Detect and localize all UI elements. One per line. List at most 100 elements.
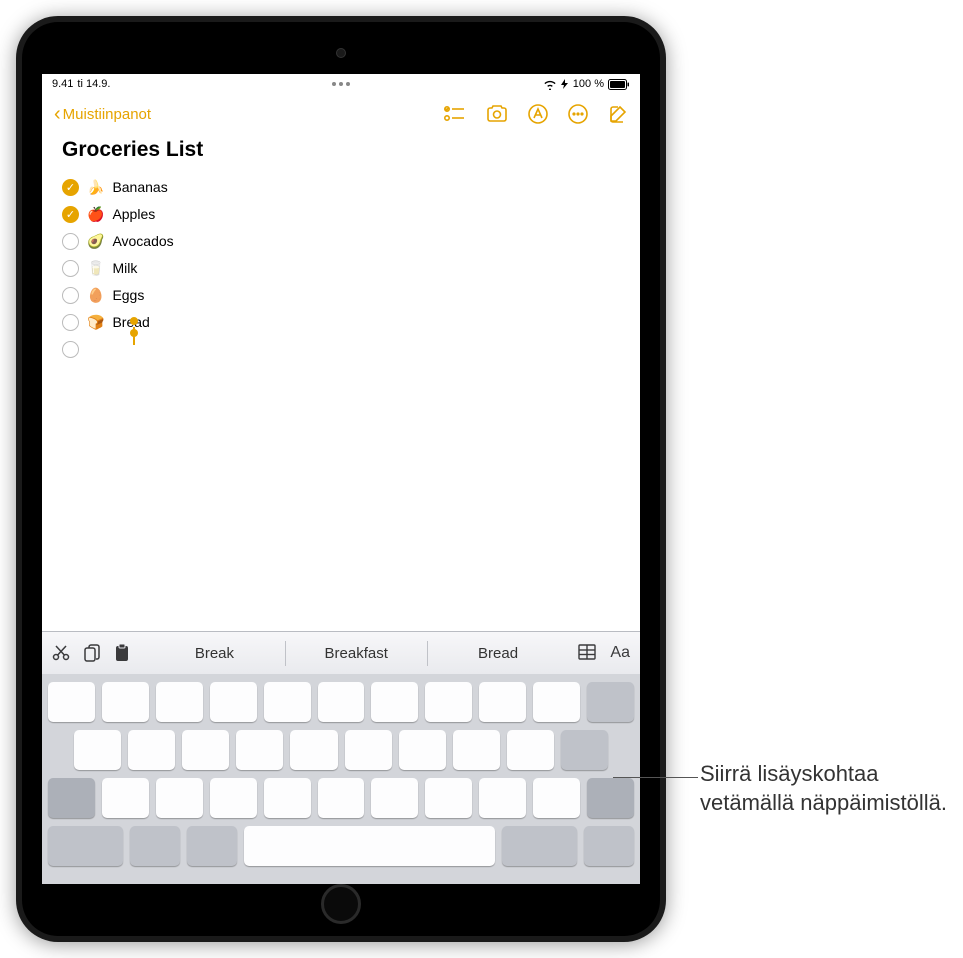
kb-key-delete[interactable] — [587, 682, 634, 722]
kb-key-shift[interactable] — [48, 778, 95, 818]
copy-icon[interactable] — [84, 644, 100, 662]
checklist-item[interactable]: 🍞 Bread — [62, 311, 620, 333]
kb-key[interactable] — [371, 778, 418, 818]
suggestion-1[interactable]: Breakfast — [286, 641, 428, 666]
kb-key[interactable] — [371, 682, 418, 722]
kb-key-space[interactable] — [244, 826, 494, 866]
keyboard-keys[interactable] — [42, 674, 640, 884]
checklist-item[interactable]: 🥚 Eggs — [62, 284, 620, 306]
back-label: Muistiin­panot — [63, 106, 151, 123]
item-emoji: 🥑 — [87, 233, 104, 250]
kb-key-mic[interactable] — [187, 826, 237, 866]
status-date: ti 14.9. — [77, 78, 110, 90]
charging-icon — [561, 79, 569, 89]
kb-key[interactable] — [48, 682, 95, 722]
checkbox[interactable] — [62, 314, 79, 331]
kb-key[interactable] — [399, 730, 446, 770]
compose-icon[interactable] — [608, 104, 628, 124]
camera-icon[interactable] — [486, 105, 508, 123]
checklist-item[interactable]: ✓ 🍌 Bananas — [62, 176, 620, 198]
annotation-text: Siirrä lisäyskohtaa vetämällä näppäimist… — [700, 760, 950, 817]
checkbox[interactable] — [62, 260, 79, 277]
kb-key[interactable] — [318, 682, 365, 722]
checkbox[interactable] — [62, 233, 79, 250]
kb-key[interactable] — [479, 778, 526, 818]
item-emoji: 🍎 — [87, 206, 104, 223]
kb-key-shift[interactable] — [587, 778, 634, 818]
more-icon[interactable] — [568, 104, 588, 124]
kb-key[interactable] — [533, 682, 580, 722]
kb-key[interactable] — [210, 682, 257, 722]
checklist-item[interactable]: ✓ 🍎 Apples — [62, 203, 620, 225]
item-emoji: 🥚 — [87, 287, 104, 304]
kb-key[interactable] — [128, 730, 175, 770]
item-label[interactable]: Bread — [112, 314, 149, 330]
kb-key[interactable] — [425, 778, 472, 818]
kb-key[interactable] — [290, 730, 337, 770]
status-time: 9.41 — [52, 78, 73, 90]
status-bar: 9.41 ti 14.9. 100 % — [42, 74, 640, 94]
front-camera — [336, 48, 346, 58]
item-label[interactable]: Apples — [112, 206, 155, 222]
kb-key[interactable] — [182, 730, 229, 770]
checklist-item[interactable]: 🥛 Milk — [62, 257, 620, 279]
note-title[interactable]: Groceries List — [62, 138, 620, 162]
checklist-icon[interactable] — [444, 105, 466, 123]
markup-icon[interactable] — [528, 104, 548, 124]
item-label[interactable]: Avocados — [112, 233, 173, 249]
kb-key[interactable] — [453, 730, 500, 770]
wifi-icon — [543, 79, 557, 90]
chevron-left-icon: ‹ — [54, 103, 61, 126]
kb-key-return[interactable] — [561, 730, 608, 770]
table-icon[interactable] — [578, 644, 596, 662]
kb-key[interactable] — [479, 682, 526, 722]
kb-key-numbers[interactable] — [502, 826, 577, 866]
battery-icon — [608, 79, 630, 90]
kb-key[interactable] — [102, 778, 149, 818]
multitask-dots[interactable] — [332, 82, 350, 86]
item-label[interactable]: Bananas — [112, 179, 167, 195]
checkbox[interactable] — [62, 341, 79, 358]
format-button[interactable]: Aa — [610, 644, 630, 662]
paste-icon[interactable] — [114, 644, 130, 662]
kb-key[interactable] — [74, 730, 121, 770]
annotation-leader-line — [613, 777, 698, 778]
checkbox[interactable]: ✓ — [62, 206, 79, 223]
kb-key[interactable] — [156, 682, 203, 722]
item-emoji: 🍌 — [87, 179, 104, 196]
kb-key-hide[interactable] — [584, 826, 634, 866]
suggestion-2[interactable]: Bread — [428, 641, 569, 666]
kb-key[interactable] — [425, 682, 472, 722]
checklist[interactable]: ✓ 🍌 Bananas ✓ 🍎 Apples 🥑 Avocados 🥛 Milk 🥚 Eggs 🍞 Bre… — [62, 176, 620, 360]
item-label[interactable]: Eggs — [112, 287, 144, 303]
kb-key[interactable] — [264, 778, 311, 818]
checkbox[interactable] — [62, 287, 79, 304]
kb-key[interactable] — [236, 730, 283, 770]
checkbox[interactable]: ✓ — [62, 179, 79, 196]
checklist-item[interactable] — [62, 338, 620, 360]
ipad-bezel: 9.41 ti 14.9. 100 % — [22, 22, 660, 936]
back-button[interactable]: ‹ Muistiin­panot — [54, 103, 151, 126]
kb-key[interactable] — [533, 778, 580, 818]
checklist-item[interactable]: 🥑 Avocados — [62, 230, 620, 252]
cut-icon[interactable] — [52, 645, 70, 661]
item-emoji: 🥛 — [87, 260, 104, 277]
item-emoji: 🍞 — [87, 314, 104, 331]
item-label[interactable]: Milk — [112, 260, 137, 276]
kb-key[interactable] — [345, 730, 392, 770]
keyboard-suggestions: Break Breakfast Bread — [144, 641, 568, 666]
note-body[interactable]: Groceries List ✓ 🍌 Bananas ✓ 🍎 Apples 🥑 Avocado… — [42, 134, 640, 631]
kb-key-globe[interactable] — [130, 826, 180, 866]
kb-key[interactable] — [507, 730, 554, 770]
kb-key[interactable] — [210, 778, 257, 818]
keyboard[interactable]: Break Breakfast Bread Aa — [42, 631, 640, 884]
kb-key[interactable] — [156, 778, 203, 818]
kb-key[interactable] — [318, 778, 365, 818]
suggestion-0[interactable]: Break — [144, 641, 286, 666]
kb-key-numbers[interactable] — [48, 826, 123, 866]
home-button[interactable] — [321, 884, 361, 924]
battery-percent: 100 % — [573, 78, 604, 90]
kb-key[interactable] — [102, 682, 149, 722]
keyboard-toolbar: Break Breakfast Bread Aa — [42, 632, 640, 674]
kb-key[interactable] — [264, 682, 311, 722]
